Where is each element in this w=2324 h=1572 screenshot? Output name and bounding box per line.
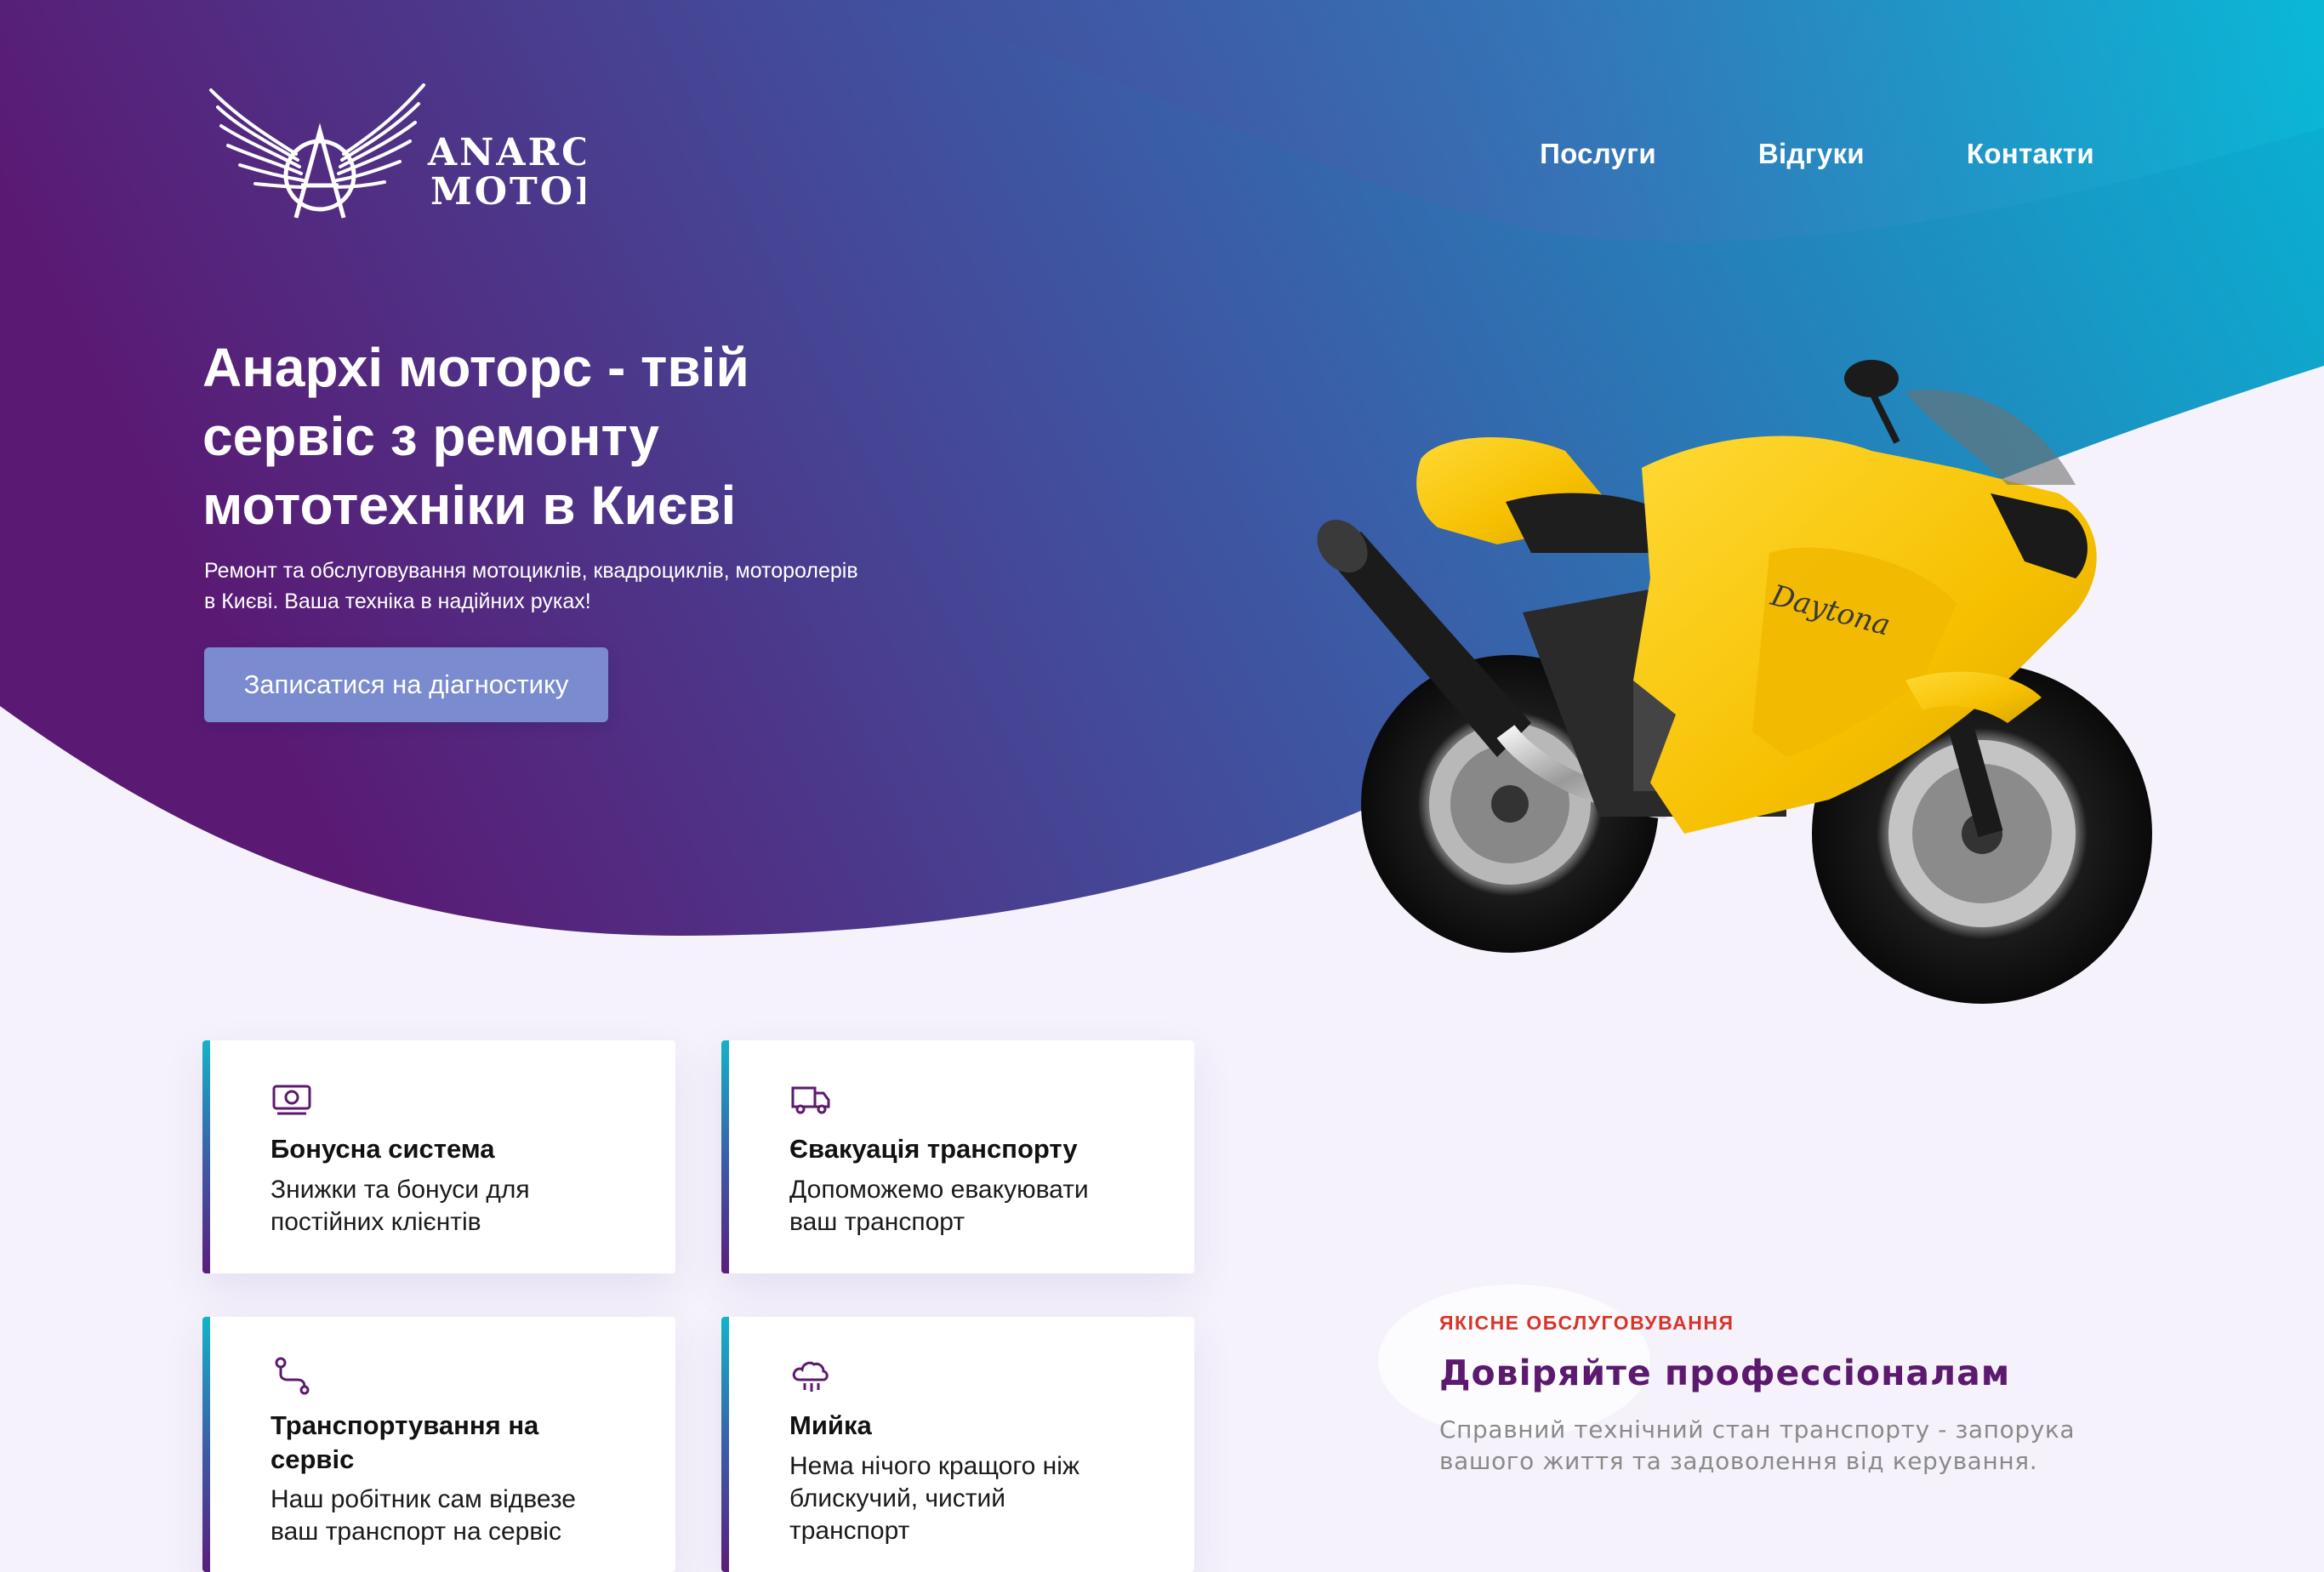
feature-card-wash[interactable]: Мийка Нема нічого кращого ніж блискучий,… — [721, 1317, 1194, 1572]
feature-title: Мийка — [789, 1410, 872, 1440]
winged-anarchy-emblem: ANARCHY MOTORS — [209, 83, 658, 219]
yellow-motorcycle-image: Daytona — [1317, 360, 2152, 1004]
nav-services[interactable]: Послуги — [1540, 138, 1656, 170]
feature-text-line: блискучий, чистий — [789, 1484, 1006, 1512]
feature-text: Нема нічого кращого ніж блискучий, чисти… — [789, 1450, 1155, 1547]
feature-text-line: Наш робітник сам відвезе — [271, 1485, 576, 1513]
feature-title-line: Транспортування на — [271, 1410, 539, 1440]
anarchy-motors-logo[interactable]: ANARCHY MOTORS — [202, 82, 658, 235]
feature-text-line: Допоможемо евакуювати — [789, 1176, 1089, 1204]
feature-card-bonus[interactable]: Бонусна система Знижки та бонуси для пос… — [202, 1040, 675, 1273]
hero-title-line-1: Анархі моторс - твій — [202, 337, 749, 398]
feature-text-line: Нема нічого кращого ніж — [789, 1452, 1079, 1480]
feature-title: Євакуація транспорту — [789, 1134, 1078, 1164]
book-diagnostics-button[interactable]: Записатися на діагностику — [204, 647, 608, 722]
feature-text-line: постійних клієнтів — [271, 1208, 481, 1236]
trust-text: Справний технічний стан транспорту - зап… — [1439, 1414, 2086, 1477]
money-icon — [272, 1085, 311, 1115]
route-icon — [275, 1357, 310, 1395]
hero-title: Анархі моторс - твій сервіс з ремонту мо… — [202, 333, 849, 540]
hero-title-line-2: сервіс з ремонту — [202, 406, 659, 467]
feature-title: Транспортування на сервіс — [271, 1409, 636, 1477]
cloud-rain-icon — [792, 1361, 829, 1392]
hero-subtitle-line-1: Ремонт та обслуговування мотоциклів, ква… — [204, 559, 858, 583]
trust-kicker: ЯКІСНЕ ОБСЛУГОВУВАННЯ — [1439, 1312, 1734, 1334]
hero-subtitle-line-2: в Києві. Ваша техніка в надійних руках! — [204, 590, 591, 613]
main-nav: Послуги Відгуки Контакти — [1540, 138, 2094, 170]
feature-text-line: ваш транспорт на сервіс — [271, 1518, 561, 1546]
feature-text: Наш робітник сам відвезе ваш транспорт н… — [271, 1484, 636, 1548]
nav-reviews[interactable]: Відгуки — [1758, 138, 1865, 170]
hero-subtitle: Ремонт та обслуговування мотоциклів, ква… — [204, 555, 919, 617]
nav-contacts[interactable]: Контакти — [1967, 138, 2094, 170]
hero-title-line-3: мототехніки в Києві — [202, 475, 737, 536]
feature-card-evacuation[interactable]: Євакуація транспорту Допоможемо евакуюва… — [721, 1040, 1194, 1273]
trust-text-line: вашого життя та задоволення від керуванн… — [1439, 1447, 2038, 1475]
truck-icon — [791, 1086, 830, 1114]
feature-text-line: Знижки та бонуси для — [271, 1176, 530, 1204]
feature-text-line: ваш транспорт — [789, 1208, 965, 1236]
feature-title-line: сервіс — [271, 1444, 355, 1474]
feature-text: Знижки та бонуси для постійних клієнтів — [271, 1174, 636, 1239]
feature-text: Допоможемо евакуювати ваш транспорт — [789, 1174, 1155, 1239]
trust-text-line: Справний технічний стан транспорту - зап… — [1439, 1415, 2076, 1444]
feature-title: Бонусна система — [271, 1134, 495, 1164]
feature-card-transport[interactable]: Транспортування на сервіс Наш робітник с… — [202, 1317, 675, 1572]
trust-title: Довіряйте профессіоналам — [1439, 1353, 2011, 1393]
logo-line-1: ANARCHY — [427, 131, 585, 174]
feature-text-line: транспорт — [789, 1517, 910, 1545]
logo-line-2: MOTORS — [430, 170, 585, 214]
